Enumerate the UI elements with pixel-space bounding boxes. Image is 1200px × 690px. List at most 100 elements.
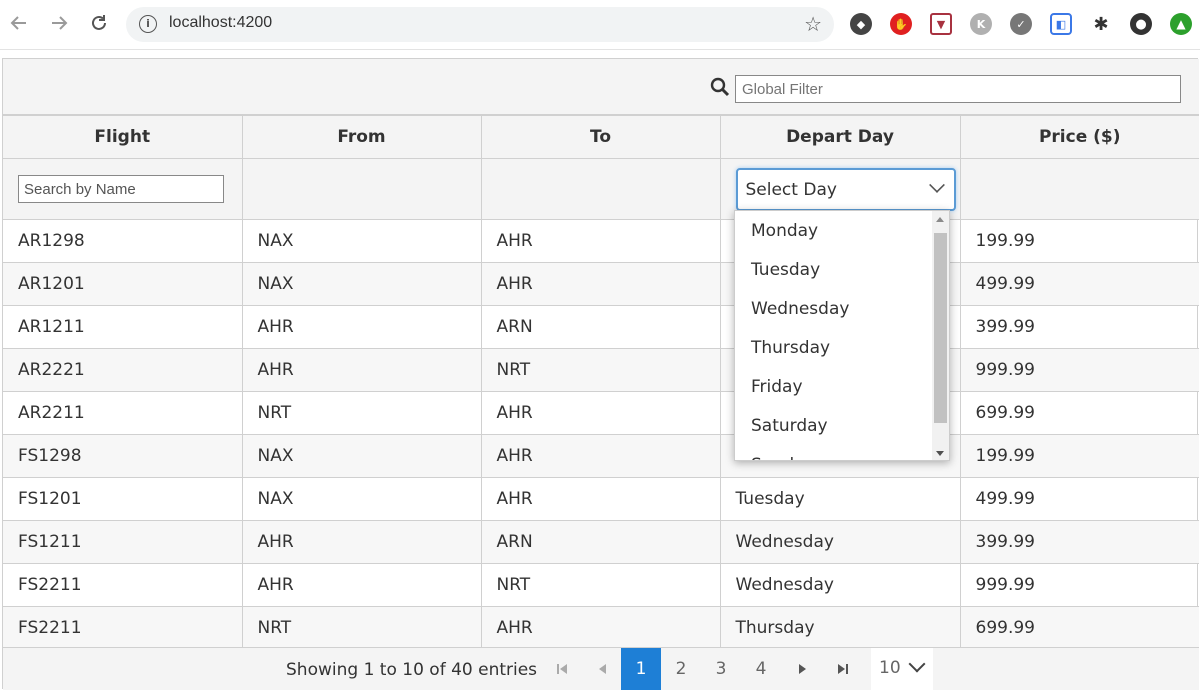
from-filter-cell	[241, 158, 482, 220]
price-cell: 499.99	[959, 477, 1199, 521]
table-row[interactable]: AR2221 AHR NRT 999.99	[3, 348, 1199, 392]
column-header-to[interactable]: To	[480, 115, 721, 159]
rows-per-page-value: 10	[879, 658, 901, 678]
bookmark-star-icon[interactable]: ☆	[804, 12, 822, 36]
price-cell: 499.99	[959, 262, 1199, 306]
price-cell: 999.99	[959, 348, 1199, 392]
column-header-from[interactable]: From	[241, 115, 482, 159]
to-cell: NRT	[480, 563, 721, 607]
global-filter-input[interactable]	[735, 75, 1181, 103]
page-button-1[interactable]: 1	[621, 648, 661, 690]
flight-cell: FS2211	[3, 606, 243, 650]
first-page-icon[interactable]	[548, 648, 576, 690]
table-row[interactable]: AR2211 NRT AHR 699.99	[3, 391, 1199, 435]
reload-icon[interactable]	[86, 10, 112, 36]
browser-toolbar: i localhost:4200 ☆ ◆ ✋ ▼ K ✓ ◧ ✱ ● ▲	[0, 0, 1200, 50]
k-extension-icon[interactable]: K	[970, 13, 992, 35]
rows-per-page-select[interactable]: 10	[871, 648, 933, 690]
flights-table: Flight From To Depart Day Price ($) Sele…	[3, 115, 1199, 650]
table-row[interactable]: AR1211 AHR ARN 399.99	[3, 305, 1199, 349]
from-cell: NAX	[241, 477, 482, 521]
day-option-sunday[interactable]: Sunday	[735, 446, 949, 460]
price-cell: 699.99	[959, 391, 1199, 435]
url-text: localhost:4200	[169, 14, 273, 31]
scroll-up-icon[interactable]	[936, 217, 944, 222]
table-caption	[3, 59, 1199, 115]
profile-avatar-icon[interactable]: ●	[1130, 13, 1152, 35]
last-page-icon[interactable]	[829, 648, 857, 690]
table-row[interactable]: AR1201 NAX AHR 499.99	[3, 262, 1199, 306]
paginator: Showing 1 to 10 of 40 entries 1 2 3 4 10	[3, 647, 1199, 690]
flight-filter-cell	[3, 158, 243, 220]
select-day-dropdown[interactable]: Select Day	[735, 167, 956, 211]
flight-cell: FS1201	[3, 477, 243, 521]
table-row[interactable]: FS1211 AHR ARN Wednesday 399.99	[3, 520, 1199, 564]
day-option-saturday[interactable]: Saturday	[735, 407, 949, 446]
to-cell: ARN	[480, 305, 721, 349]
flight-cell: AR1211	[3, 305, 243, 349]
table-row[interactable]: AR1298 NAX AHR 199.99	[3, 219, 1199, 263]
to-cell: AHR	[480, 477, 721, 521]
flight-cell: AR1298	[3, 219, 243, 263]
page-button-4[interactable]: 4	[743, 648, 779, 690]
back-icon[interactable]	[6, 10, 32, 36]
check-extension-icon[interactable]: ✓	[1010, 13, 1032, 35]
from-cell: AHR	[241, 520, 482, 564]
puzzle-extensions-icon[interactable]: ✱	[1090, 13, 1112, 35]
to-filter-cell	[480, 158, 721, 220]
price-cell: 199.99	[959, 434, 1199, 478]
to-cell: AHR	[480, 262, 721, 306]
table-row[interactable]: FS1201 NAX AHR Tuesday 499.99	[3, 477, 1199, 521]
shield-extension-icon[interactable]: ◆	[850, 13, 872, 35]
to-cell: NRT	[480, 348, 721, 392]
from-cell: AHR	[241, 563, 482, 607]
from-cell: AHR	[241, 305, 482, 349]
column-header-depart-day[interactable]: Depart Day	[719, 115, 961, 159]
day-cell: Wednesday	[719, 563, 961, 607]
page-button-2[interactable]: 2	[663, 648, 699, 690]
reader-extension-icon[interactable]: ◧	[1050, 13, 1072, 35]
dropdown-scrollbar[interactable]	[932, 211, 949, 460]
price-cell: 399.99	[959, 305, 1199, 349]
day-option-wednesday[interactable]: Wednesday	[735, 290, 949, 329]
day-option-tuesday[interactable]: Tuesday	[735, 251, 949, 290]
price-cell: 399.99	[959, 520, 1199, 564]
day-options-list: Monday Tuesday Wednesday Thursday Friday…	[734, 210, 950, 461]
price-cell: 199.99	[959, 219, 1199, 263]
from-cell: NAX	[241, 262, 482, 306]
page-button-3[interactable]: 3	[703, 648, 739, 690]
update-icon[interactable]: ▲	[1170, 13, 1192, 35]
search-icon	[710, 77, 730, 97]
chevron-down-icon	[928, 176, 945, 193]
address-bar[interactable]: i localhost:4200 ☆	[126, 7, 834, 42]
column-header-price[interactable]: Price ($)	[959, 115, 1199, 159]
day-option-thursday[interactable]: Thursday	[735, 329, 949, 368]
site-info-icon[interactable]: i	[139, 15, 157, 33]
scrollbar-thumb[interactable]	[934, 233, 947, 423]
from-cell: NRT	[241, 606, 482, 650]
header-row: Flight From To Depart Day Price ($)	[3, 115, 1199, 159]
to-cell: AHR	[480, 219, 721, 263]
to-cell: ARN	[480, 520, 721, 564]
day-cell: Tuesday	[719, 477, 961, 521]
table-row[interactable]: FS2211 NRT AHR Thursday 699.99	[3, 606, 1199, 650]
column-header-flight[interactable]: Flight	[3, 115, 243, 159]
next-page-icon[interactable]	[789, 648, 817, 690]
search-by-name-input[interactable]	[18, 175, 224, 203]
day-option-friday[interactable]: Friday	[735, 368, 949, 407]
day-option-monday[interactable]: Monday	[735, 212, 949, 251]
adblock-extension-icon[interactable]: ✋	[890, 13, 912, 35]
day-cell: Thursday	[719, 606, 961, 650]
previous-page-icon[interactable]	[588, 648, 616, 690]
flight-cell: FS1211	[3, 520, 243, 564]
table-row[interactable]: FS2211 AHR NRT Wednesday 999.99	[3, 563, 1199, 607]
from-cell: NAX	[241, 219, 482, 263]
to-cell: AHR	[480, 434, 721, 478]
pocket-extension-icon[interactable]: ▼	[930, 13, 952, 35]
from-cell: AHR	[241, 348, 482, 392]
forward-icon[interactable]	[46, 10, 72, 36]
table-row[interactable]: FS1298 NAX AHR 199.99	[3, 434, 1199, 478]
to-cell: AHR	[480, 391, 721, 435]
scroll-down-icon[interactable]	[936, 451, 944, 456]
filter-row: Select Day	[3, 158, 1199, 220]
